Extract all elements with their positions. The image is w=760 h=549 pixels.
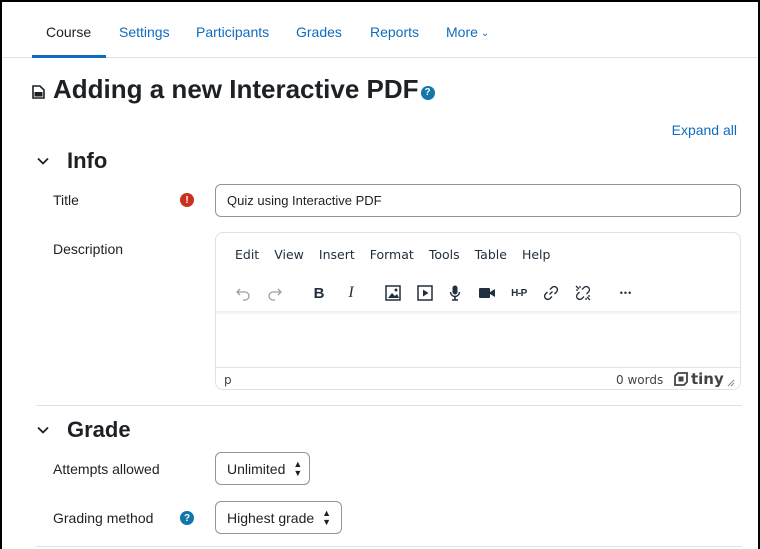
menu-insert[interactable]: Insert bbox=[319, 247, 355, 265]
tab-more[interactable]: More ⌄ bbox=[446, 24, 489, 40]
resize-handle-icon[interactable] bbox=[727, 379, 735, 387]
undo-icon[interactable] bbox=[231, 281, 255, 305]
section-divider bbox=[36, 405, 742, 406]
chevron-down-icon: ⌄ bbox=[480, 28, 490, 39]
select-arrows-icon: ▲ ▼ bbox=[322, 507, 332, 527]
page-title: Adding a new Interactive PDF ? bbox=[32, 74, 435, 105]
tab-settings[interactable]: Settings bbox=[119, 24, 170, 40]
chevron-down-icon bbox=[37, 426, 49, 434]
section-title-grade: Grade bbox=[67, 417, 131, 442]
chevron-down-icon bbox=[37, 157, 49, 165]
menu-table[interactable]: Table bbox=[475, 247, 507, 265]
description-editor[interactable]: Edit View Insert Format Tools Table Help… bbox=[215, 232, 741, 390]
grading-method-label: Grading method bbox=[53, 510, 154, 526]
video-camera-icon[interactable] bbox=[475, 281, 499, 305]
section-divider bbox=[36, 546, 742, 547]
media-icon[interactable] bbox=[413, 281, 437, 305]
page-title-text: Adding a new Interactive PDF bbox=[53, 74, 419, 104]
tiny-logo-icon bbox=[674, 372, 688, 386]
image-icon[interactable] bbox=[381, 281, 405, 305]
select-arrows-icon: ▲ ▼ bbox=[293, 458, 303, 478]
section-title-info: Info bbox=[67, 148, 108, 173]
document-icon bbox=[32, 84, 45, 99]
more-icon[interactable]: ••• bbox=[614, 281, 638, 305]
editor-statusbar: p 0 words tiny bbox=[216, 367, 740, 389]
help-icon[interactable]: ? bbox=[180, 511, 194, 525]
menu-edit[interactable]: Edit bbox=[235, 247, 259, 265]
grading-method-value: Highest grade bbox=[227, 509, 315, 526]
secondary-navigation: Course Settings Participants Grades Repo… bbox=[2, 2, 758, 58]
section-header-info[interactable]: Info bbox=[36, 148, 107, 174]
description-label: Description bbox=[53, 241, 124, 257]
title-input[interactable]: Quiz using Interactive PDF bbox=[215, 184, 741, 217]
attempts-allowed-select[interactable]: Unlimited ▲ ▼ bbox=[215, 452, 310, 485]
link-icon[interactable] bbox=[539, 281, 563, 305]
element-path[interactable]: p bbox=[224, 373, 232, 387]
editor-toolbar: B I H-P ••• bbox=[216, 281, 740, 311]
attempts-allowed-label: Attempts allowed bbox=[53, 461, 160, 477]
menu-view[interactable]: View bbox=[274, 247, 304, 265]
tab-grades[interactable]: Grades bbox=[296, 24, 342, 40]
grading-method-select[interactable]: Highest grade ▲ ▼ bbox=[215, 501, 342, 534]
tab-reports[interactable]: Reports bbox=[370, 24, 419, 40]
menu-help[interactable]: Help bbox=[522, 247, 551, 265]
unlink-icon[interactable] bbox=[571, 281, 595, 305]
word-count[interactable]: 0 words bbox=[616, 373, 663, 387]
menu-format[interactable]: Format bbox=[370, 247, 414, 265]
section-header-grade[interactable]: Grade bbox=[36, 417, 131, 443]
italic-icon[interactable]: I bbox=[339, 281, 363, 305]
h5p-icon[interactable]: H-P bbox=[507, 281, 531, 305]
menu-tools[interactable]: Tools bbox=[429, 247, 460, 265]
attempts-allowed-value: Unlimited bbox=[227, 460, 286, 477]
active-tab-indicator bbox=[32, 55, 106, 58]
redo-icon[interactable] bbox=[263, 281, 287, 305]
microphone-icon[interactable] bbox=[443, 281, 467, 305]
tab-more-label: More bbox=[446, 24, 478, 40]
bold-icon[interactable]: B bbox=[307, 281, 331, 305]
expand-all-link[interactable]: Expand all bbox=[672, 122, 737, 138]
help-icon[interactable]: ? bbox=[420, 85, 435, 100]
tab-course[interactable]: Course bbox=[46, 24, 91, 40]
tiny-logo-text: tiny bbox=[691, 370, 724, 388]
editor-content-area[interactable] bbox=[216, 311, 740, 367]
title-label: Title bbox=[53, 192, 79, 208]
tab-participants[interactable]: Participants bbox=[196, 24, 269, 40]
editor-menubar: Edit View Insert Format Tools Table Help bbox=[216, 247, 550, 265]
tiny-logo[interactable]: tiny bbox=[674, 370, 724, 388]
required-icon: ! bbox=[180, 193, 194, 207]
